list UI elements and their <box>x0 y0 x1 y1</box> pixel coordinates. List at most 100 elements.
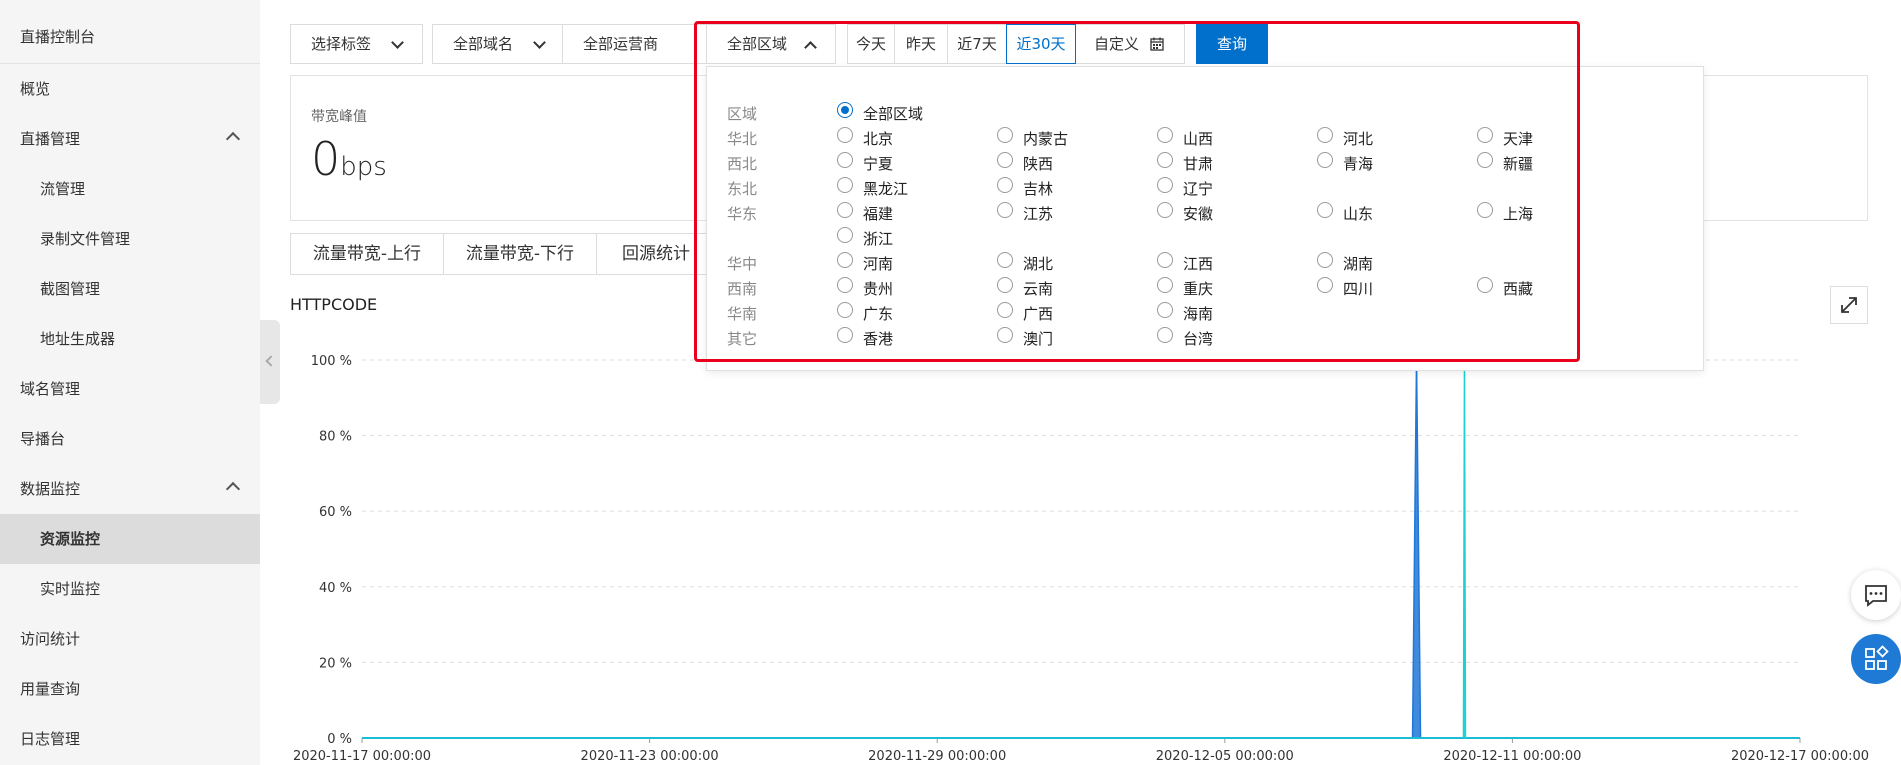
radio-button[interactable] <box>837 202 853 218</box>
region-option-label: 四川 <box>1343 280 1374 298</box>
region-group-label: 东北 <box>727 180 758 198</box>
radio-button[interactable] <box>837 152 853 168</box>
radio-button[interactable] <box>997 202 1013 218</box>
radio-button[interactable] <box>837 252 853 268</box>
tab-origin[interactable]: 回源统计 <box>596 233 716 275</box>
radio-button[interactable] <box>837 177 853 193</box>
radio-button[interactable] <box>1157 177 1173 193</box>
chevron-down-icon <box>533 36 546 49</box>
region-option-label: 内蒙古 <box>1023 130 1069 148</box>
range-custom[interactable]: 自定义 <box>1075 24 1185 64</box>
region-row: 其它 香港 澳门 台湾 <box>707 322 1703 348</box>
radio-button[interactable] <box>1157 252 1173 268</box>
sidebar-item[interactable]: 日志管理 <box>0 714 260 764</box>
radio-checked[interactable] <box>837 102 853 118</box>
radio-button[interactable] <box>1157 152 1173 168</box>
sidebar-item[interactable]: 实时监控 <box>0 564 260 614</box>
region-dropdown-panel: 区域 全部区域 华北 北京 内蒙古 山西 河北 天津 西北 宁夏 陕西 甘肃 青海 新疆 东北 黑龙江 吉林… <box>706 66 1704 371</box>
region-option-label: 陕西 <box>1023 155 1054 173</box>
radio-button[interactable] <box>1477 202 1493 218</box>
radio-button[interactable] <box>997 302 1013 318</box>
sidebar-item-label: 访问统计 <box>20 630 81 648</box>
region-option-label: 浙江 <box>863 230 894 248</box>
radio-button[interactable] <box>1317 202 1333 218</box>
apps-button[interactable] <box>1851 634 1901 684</box>
sidebar-item[interactable]: 直播管理 <box>0 114 260 164</box>
radio-button[interactable] <box>1317 252 1333 268</box>
region-option-label: 全部区域 <box>863 105 924 123</box>
radio-button[interactable] <box>1317 127 1333 143</box>
radio-button[interactable] <box>1477 152 1493 168</box>
fullscreen-button[interactable] <box>1830 286 1868 324</box>
domain-select[interactable]: 全部域名 <box>432 24 565 64</box>
region-row: 华南 广东 广西 海南 <box>707 297 1703 323</box>
radio-button[interactable] <box>1157 202 1173 218</box>
sidebar-item[interactable]: 地址生成器 <box>0 314 260 364</box>
sidebar-item[interactable]: 导播台 <box>0 414 260 464</box>
y-tick-label: 20 % <box>319 656 352 671</box>
isp-select[interactable]: 全部运营商 <box>562 24 712 64</box>
region-option-label: 香港 <box>863 330 894 348</box>
sidebar-item[interactable]: 录制文件管理 <box>0 214 260 264</box>
tag-select[interactable]: 选择标签 <box>290 24 423 64</box>
sidebar-item-label: 导播台 <box>20 430 66 448</box>
range-last30[interactable]: 近30天 <box>1006 24 1076 64</box>
sidebar-item[interactable]: 域名管理 <box>0 364 260 414</box>
region-option-label: 天津 <box>1503 130 1534 148</box>
radio-button[interactable] <box>1157 302 1173 318</box>
range-today[interactable]: 今天 <box>847 24 895 64</box>
sidebar-item[interactable]: 概览 <box>0 64 260 114</box>
region-option-label: 甘肃 <box>1183 155 1214 173</box>
radio-button[interactable] <box>837 127 853 143</box>
radio-button[interactable] <box>1157 127 1173 143</box>
radio-button[interactable] <box>997 177 1013 193</box>
radio-button[interactable] <box>997 327 1013 343</box>
radio-button[interactable] <box>1317 152 1333 168</box>
radio-button[interactable] <box>1157 327 1173 343</box>
chart-title: HTTPCODE <box>290 295 378 314</box>
y-tick-label: 80 % <box>319 430 352 445</box>
radio-button[interactable] <box>997 152 1013 168</box>
radio-button[interactable] <box>837 227 853 243</box>
tab-upstream[interactable]: 流量带宽-上行 <box>290 233 444 275</box>
region-select[interactable]: 全部区域 <box>706 24 836 64</box>
region-option-label: 吉林 <box>1023 180 1054 198</box>
radio-button[interactable] <box>837 327 853 343</box>
range-yesterday[interactable]: 昨天 <box>894 24 948 64</box>
region-option-label: 宁夏 <box>863 155 894 173</box>
region-option-label: 青海 <box>1343 155 1374 173</box>
region-row: 华北 北京 内蒙古 山西 河北 天津 <box>707 122 1703 148</box>
sidebar-item[interactable]: 访问统计 <box>0 614 260 664</box>
region-option-label: 河南 <box>863 255 894 273</box>
chevron-up-icon[interactable] <box>225 481 241 497</box>
sidebar-item-label: 地址生成器 <box>40 330 116 348</box>
sidebar-item-label: 日志管理 <box>20 730 81 748</box>
chevron-left-icon <box>265 355 277 367</box>
region-option-label: 台湾 <box>1183 330 1214 348</box>
radio-button[interactable] <box>1157 277 1173 293</box>
radio-button[interactable] <box>837 302 853 318</box>
radio-button[interactable] <box>1317 277 1333 293</box>
query-button[interactable]: 查询 <box>1196 24 1268 64</box>
region-header-label: 区域 <box>727 105 758 123</box>
sidebar-item[interactable]: 截图管理 <box>0 264 260 314</box>
feedback-button[interactable] <box>1851 570 1901 620</box>
region-option-label: 西藏 <box>1503 280 1534 298</box>
range-last7[interactable]: 近7天 <box>947 24 1007 64</box>
radio-button[interactable] <box>837 277 853 293</box>
region-option-label: 广东 <box>863 305 894 323</box>
sidebar-item[interactable]: 流管理 <box>0 164 260 214</box>
radio-button[interactable] <box>997 252 1013 268</box>
radio-button[interactable] <box>997 277 1013 293</box>
chevron-up-icon[interactable] <box>225 131 241 147</box>
region-option-label: 山东 <box>1343 205 1374 223</box>
sidebar-item[interactable]: 资源监控 <box>0 514 260 564</box>
radio-button[interactable] <box>997 127 1013 143</box>
sidebar-item[interactable]: 数据监控 <box>0 464 260 514</box>
sidebar-item[interactable]: 用量查询 <box>0 664 260 714</box>
sidebar-collapse-button[interactable] <box>260 320 280 404</box>
radio-button[interactable] <box>1477 127 1493 143</box>
radio-button[interactable] <box>1477 277 1493 293</box>
tab-downstream[interactable]: 流量带宽-下行 <box>443 233 597 275</box>
sidebar-title: 直播控制台 <box>0 0 260 64</box>
